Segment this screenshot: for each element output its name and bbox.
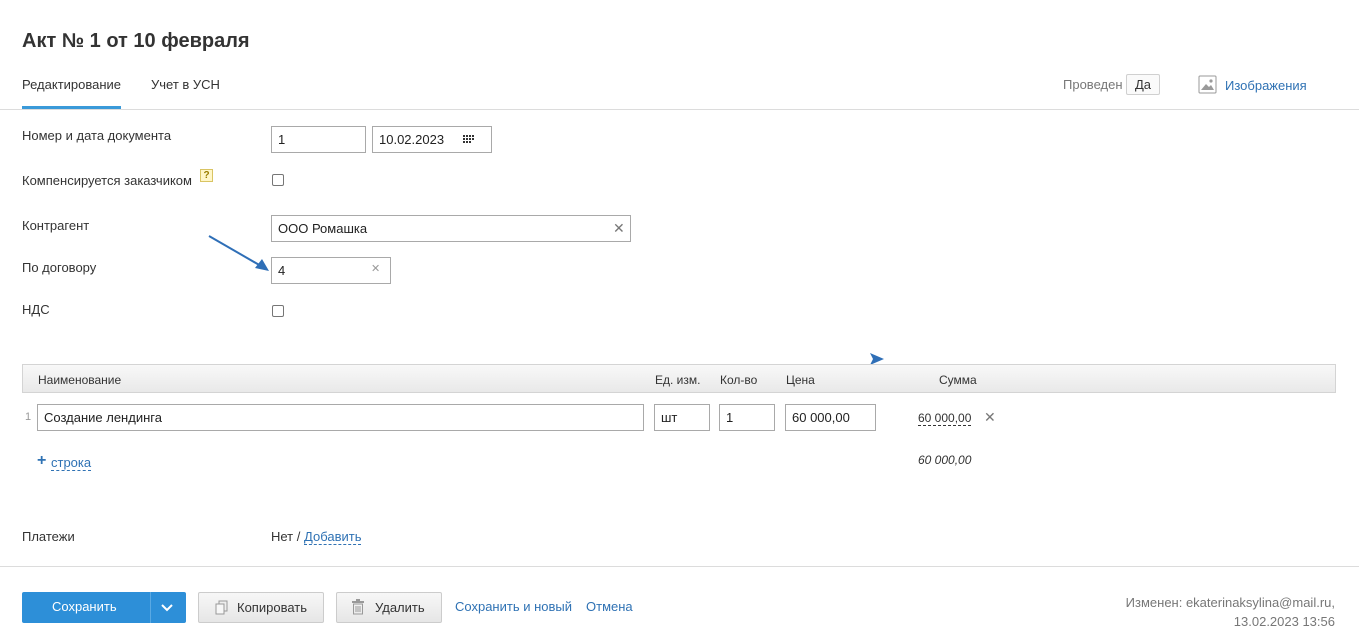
close-icon[interactable]: ✕ <box>371 262 380 275</box>
posted-label: Проведен <box>1063 77 1123 92</box>
document-number-input[interactable]: 1 <box>271 126 366 153</box>
item-unit-input[interactable]: шт <box>654 404 710 431</box>
counterparty-label: Контрагент <box>22 218 90 233</box>
column-price-header: Цена <box>786 373 815 387</box>
modified-time: 13.02.2023 13:56 <box>1233 614 1335 629</box>
copy-icon <box>215 600 228 615</box>
counterparty-input[interactable]: ООО Ромашка <box>271 215 631 242</box>
column-name-header: Наименование <box>38 373 122 387</box>
page-title: Акт № 1 от 10 февраля <box>22 30 250 52</box>
delete-button-label: Удалить <box>375 600 425 615</box>
header-divider <box>0 109 1359 110</box>
modified-info: Изменен: ekaterinaksylina@mail.ru, 13.02… <box>1126 595 1335 629</box>
copy-button-label: Копировать <box>237 600 307 615</box>
save-button-divider <box>150 592 151 623</box>
table-header: Наименование Ед. изм. Кол-во Цена Сумма <box>22 364 1336 393</box>
close-icon[interactable]: ✕ <box>984 409 996 426</box>
payments-label: Платежи <box>22 529 75 544</box>
add-payment-link[interactable]: Добавить <box>304 529 362 545</box>
help-icon[interactable]: ? <box>200 169 213 182</box>
cancel-link[interactable]: Отмена <box>586 599 633 614</box>
plus-icon[interactable]: + <box>37 452 46 470</box>
save-and-new-link[interactable]: Сохранить и новый <box>455 599 572 614</box>
modified-by: Изменен: ekaterinaksylina@mail.ru, <box>1125 595 1335 610</box>
annotation-arrow-icon <box>208 235 269 271</box>
chevron-down-icon[interactable] <box>161 603 173 612</box>
payments-separator: / <box>296 529 301 544</box>
document-date-input[interactable]: 10.02.2023 <box>372 126 492 153</box>
footer-divider <box>0 566 1359 567</box>
document-date-value: 10.02.2023 <box>379 132 445 147</box>
number-date-label: Номер и дата документа <box>22 128 172 143</box>
calendar-icon[interactable] <box>463 135 475 145</box>
trash-icon <box>352 599 364 615</box>
delete-button[interactable]: Удалить <box>336 592 442 623</box>
save-button-label: Сохранить <box>52 599 117 614</box>
images-link[interactable]: Изображения <box>1225 78 1307 93</box>
column-unit-header: Ед. изм. <box>655 373 701 387</box>
image-icon <box>1198 75 1217 94</box>
item-name-input[interactable]: Создание лендинга <box>37 404 644 431</box>
posted-toggle[interactable]: Да <box>1126 74 1161 95</box>
vat-label: НДС <box>22 302 50 317</box>
compensated-label: Компенсируется заказчиком <box>22 173 192 188</box>
item-sum-value[interactable]: 60 000,00 <box>918 411 972 426</box>
table-total: 60 000,00 <box>918 453 972 467</box>
copy-button[interactable]: Копировать <box>198 592 324 623</box>
table-row-number: 1 <box>25 411 32 423</box>
compensated-checkbox[interactable] <box>272 174 284 186</box>
payments-value: Нет / Добавить <box>271 529 362 545</box>
images-button[interactable] <box>1198 75 1217 94</box>
close-icon[interactable]: ✕ <box>613 220 625 237</box>
add-row-link[interactable]: строка <box>51 455 92 471</box>
column-qty-header: Кол-во <box>720 373 758 387</box>
item-qty-input[interactable]: 1 <box>719 404 775 431</box>
tab-editing[interactable]: Редактирование <box>22 77 121 92</box>
column-sum-header: Сумма <box>939 373 977 387</box>
tab-usn-accounting[interactable]: Учет в УСН <box>151 77 220 92</box>
vat-checkbox[interactable] <box>272 305 284 317</box>
contract-label: По договору <box>22 260 97 275</box>
save-button[interactable]: Сохранить <box>22 592 186 623</box>
payments-none: Нет <box>271 529 294 544</box>
item-price-input[interactable]: 60 000,00 <box>785 404 876 431</box>
